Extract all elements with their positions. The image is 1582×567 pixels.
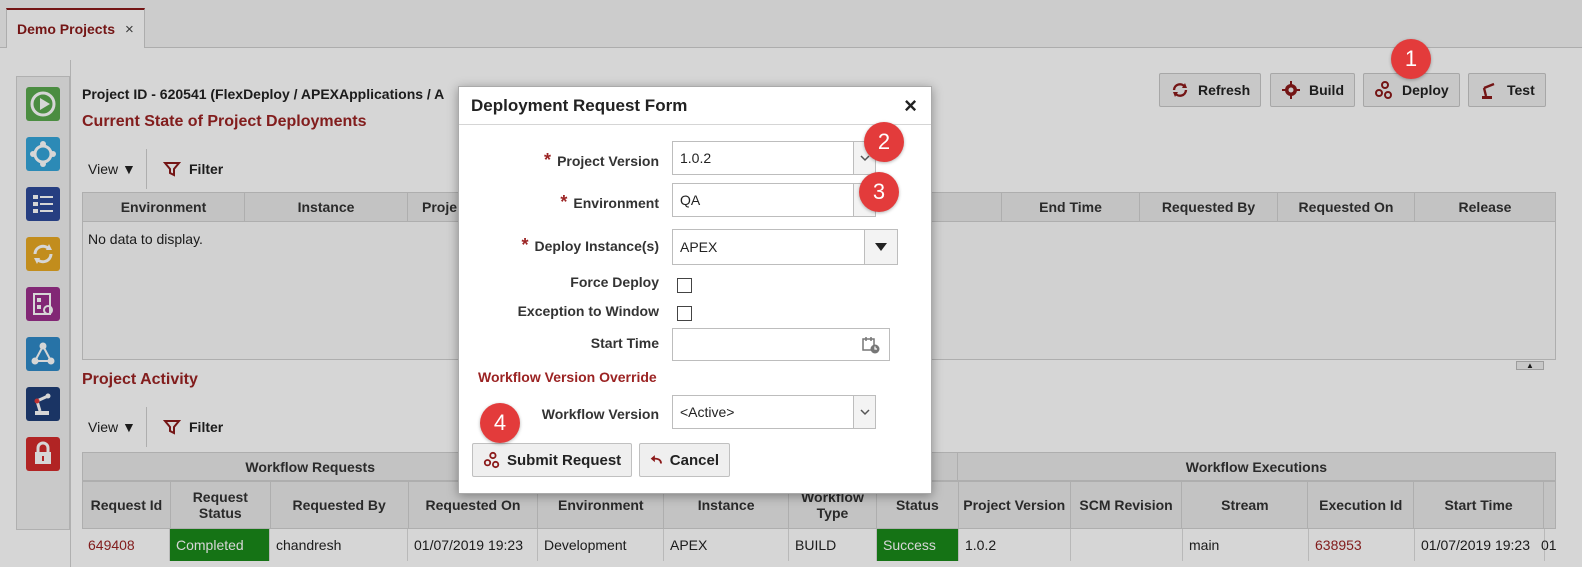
label-text: Project Version [557,153,659,169]
cancel-button[interactable]: Cancel [639,443,730,477]
cancel-label: Cancel [669,451,719,469]
force-deploy-label: Force Deploy [570,274,659,290]
dialog-title: Deployment Request Form [471,95,688,115]
calendar-clock-icon[interactable] [861,335,881,355]
workflow-version-select[interactable]: <Active> [672,395,876,429]
step-badge-1: 1 [1391,39,1431,79]
undo-icon [650,455,662,464]
project-version-value: 1.0.2 [680,150,712,166]
exception-to-window-label: Exception to Window [517,303,659,319]
workflow-version-value: <Active> [680,404,735,420]
deploy-instance-label: * Deploy Instance(s) [522,235,660,256]
dialog-header: Deployment Request Form × [459,87,931,125]
environment-value: QA [680,192,701,208]
caret-down-icon[interactable] [864,230,897,264]
project-version-label: * Project Version [544,150,659,171]
deploy-instance-value: APEX [680,239,718,255]
force-deploy-checkbox[interactable] [677,278,692,293]
required-marker: * [560,192,568,212]
start-time-input[interactable] [672,328,890,361]
workflow-override-heading: Workflow Version Override [478,369,657,385]
label-text: Deploy Instance(s) [534,238,659,254]
exception-to-window-checkbox[interactable] [677,306,692,321]
start-time-label: Start Time [590,335,659,351]
step-badge-3: 3 [859,172,899,212]
close-icon[interactable]: × [904,94,917,117]
environment-select[interactable]: QA [672,183,876,217]
workflow-version-label: Workflow Version [541,406,659,422]
required-marker: * [544,150,552,170]
chevron-down-icon[interactable] [853,396,875,428]
deploy-instance-select[interactable]: APEX [672,229,898,265]
project-version-select[interactable]: 1.0.2 [672,141,876,175]
submit-request-button[interactable]: Submit Request [472,443,633,477]
label-text: Environment [573,195,659,211]
submit-label: Submit Request [507,451,622,469]
deploy-icon [483,451,500,469]
deployment-request-dialog: Deployment Request Form × * Project Versi… [458,86,932,494]
step-badge-2: 2 [864,122,904,162]
environment-label: * Environment [560,192,659,213]
step-badge-4: 4 [480,403,520,443]
required-marker: * [521,235,529,255]
